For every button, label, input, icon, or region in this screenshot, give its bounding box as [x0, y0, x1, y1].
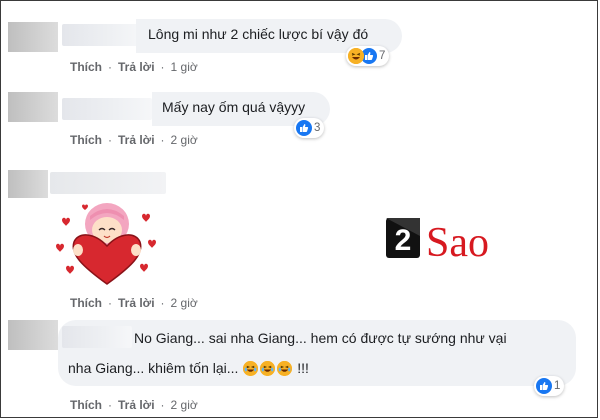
comment-text: Mấy nay ốm quá vậyyy	[162, 99, 306, 115]
avatar[interactable]	[8, 92, 58, 122]
reaction-summary[interactable]: 1	[534, 376, 565, 396]
separator-dot: ·	[160, 60, 165, 74]
comment-actions: Thích · Trả lời · 1 giờ	[70, 60, 198, 74]
laughing-emoji	[277, 361, 293, 376]
2sao-logo: 2 Sao	[384, 208, 524, 268]
haha-icon	[348, 48, 364, 64]
logo-text: Sao	[426, 220, 489, 266]
like-icon	[536, 378, 552, 394]
girl-hugging-heart-sticker[interactable]	[52, 198, 162, 288]
separator-dot: ·	[108, 133, 112, 147]
reaction-summary[interactable]: 7	[346, 46, 390, 66]
comment-time[interactable]: 2 giờ	[171, 398, 198, 412]
comment-actions: Thích · Trả lời · 2 giờ	[70, 133, 198, 147]
separator-dot: ·	[108, 60, 112, 74]
avatar[interactable]	[8, 22, 58, 52]
comment-actions: Thích · Trả lời · 2 giờ	[70, 296, 198, 310]
comment-time[interactable]: 2 giờ	[171, 133, 198, 147]
laughing-emoji	[243, 361, 259, 376]
reply-button[interactable]: Trả lời	[118, 133, 155, 147]
comment-text-line-2: nha Giang... khiêm tốn lại... !!!	[68, 360, 309, 376]
logo-number: 2	[395, 224, 412, 257]
reaction-count: 7	[379, 50, 386, 62]
like-button[interactable]: Thích	[70, 60, 102, 74]
separator-dot: ·	[108, 398, 112, 412]
comment-time[interactable]: 1 giờ	[171, 60, 198, 74]
commenter-name[interactable]	[62, 98, 152, 120]
laughing-emoji	[260, 361, 276, 376]
reply-button[interactable]: Trả lời	[118, 296, 155, 310]
comment-actions: Thích · Trả lời · 2 giờ	[70, 398, 198, 412]
comment-text: Lông mi như 2 chiếc lược bí vậy đó	[148, 26, 369, 42]
commenter-name[interactable]	[62, 326, 132, 348]
comment-time[interactable]: 2 giờ	[171, 296, 198, 310]
separator-dot: ·	[160, 398, 165, 412]
reply-button[interactable]: Trả lời	[118, 60, 155, 74]
like-button[interactable]: Thích	[70, 133, 102, 147]
commenter-name[interactable]	[50, 172, 166, 194]
comment-text-line-1: No Giang... sai nha Giang... hem có được…	[134, 330, 507, 346]
reaction-summary[interactable]: 3	[294, 118, 325, 138]
separator-dot: ·	[160, 296, 165, 310]
reaction-count: 1	[554, 380, 561, 392]
avatar[interactable]	[8, 320, 58, 350]
reaction-count: 3	[314, 122, 321, 134]
like-icon	[296, 120, 312, 136]
like-button[interactable]: Thích	[70, 398, 102, 412]
separator-dot: ·	[160, 133, 165, 147]
comment-text-line-2-prefix: nha Giang... khiêm tốn lại...	[68, 360, 239, 376]
reply-button[interactable]: Trả lời	[118, 398, 155, 412]
like-button[interactable]: Thích	[70, 296, 102, 310]
comment-text-line-2-suffix: !!!	[297, 360, 309, 376]
avatar[interactable]	[8, 170, 48, 198]
separator-dot: ·	[108, 296, 112, 310]
